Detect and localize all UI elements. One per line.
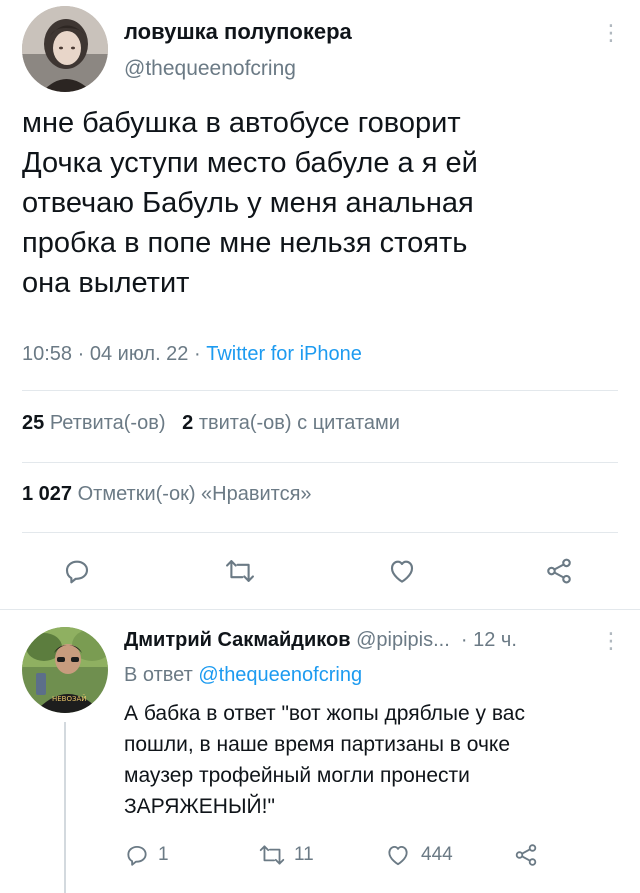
reply-more-options-icon[interactable]: ⋮: [600, 630, 622, 652]
likes-count: 1 027: [22, 483, 73, 505]
reply-icon[interactable]: [62, 556, 92, 586]
tweet-text-line: Дочка уступи место бабуле а я ей: [22, 147, 478, 179]
reply-header: Дмитрий Сакмайдиков @pipipis... · 12 ч.: [124, 629, 517, 652]
tweet-text-line: мне бабушка в автобусе говорит: [22, 107, 461, 139]
meta-separator: ·: [194, 343, 201, 365]
retweets-label: Ретвита(-ов): [49, 412, 166, 434]
divider: [22, 462, 618, 463]
quotes-label[interactable]: твита(-ов) с цитатами: [199, 412, 400, 434]
tweet-text-line: пробка в попе мне нельзя стоять: [22, 227, 468, 259]
like-icon[interactable]: [387, 556, 417, 586]
reply-to-handle[interactable]: @thequeenofcring: [198, 664, 362, 686]
divider: [22, 532, 618, 533]
reply-author-avatar[interactable]: НЕВОЗАЙ: [22, 627, 108, 713]
reply-to: В ответ @thequeenofcring: [124, 664, 362, 687]
tweet-time[interactable]: 10:58: [22, 343, 72, 365]
reply-text-line: пошли, в наше время партизаны в очке: [124, 733, 511, 756]
thread-line: [64, 722, 66, 893]
reply-icon: [124, 842, 150, 868]
reply-time[interactable]: · 12 ч.: [461, 629, 517, 651]
retweet-icon[interactable]: [224, 556, 256, 586]
share-icon[interactable]: [513, 842, 539, 868]
tweet-text: мне бабушка в автобусе говорит Дочка уст…: [22, 103, 478, 303]
like-count: 444: [421, 844, 453, 865]
reply-count: 1: [158, 844, 169, 865]
divider: [0, 609, 640, 610]
reply-like-button[interactable]: 444: [385, 842, 453, 868]
reply-retweet-button[interactable]: 11: [258, 842, 314, 868]
author-handle[interactable]: @thequeenofcring: [124, 57, 296, 81]
reply-reply-button[interactable]: 1: [124, 842, 169, 868]
reply-to-prefix: В ответ: [124, 664, 193, 686]
reply-text-line: ЗАРЯЖЕНЫЙ!": [124, 795, 275, 818]
tweet-text-line: отвечаю Бабуль у меня анальная: [22, 187, 474, 219]
retweet-count: 11: [294, 844, 314, 865]
share-icon[interactable]: [544, 556, 574, 586]
tweet-client[interactable]: Twitter for iPhone: [206, 343, 362, 365]
reply-text-line: А бабка в ответ "вот жопы дряблые у вас: [124, 702, 525, 725]
reply-text-line: маузер трофейный могли пронести: [124, 764, 470, 787]
reply-author-name[interactable]: Дмитрий Сакмайдиков: [124, 629, 351, 651]
retweet-stats[interactable]: 25 Ретвита(-ов) 2 твита(-ов) с цитатами: [22, 412, 400, 435]
reply-author-handle[interactable]: @pipipis...: [356, 629, 450, 651]
tweet-meta: 10:58 · 04 июл. 22 · Twitter for iPhone: [22, 343, 362, 366]
reply-text: А бабка в ответ "вот жопы дряблые у вас …: [124, 698, 525, 822]
retweets-count: 25: [22, 412, 45, 434]
likes-label: Отметки(-ок) «Нравится»: [77, 483, 312, 505]
tweet-date[interactable]: 04 июл. 22: [90, 343, 189, 365]
author-name[interactable]: ловушка полупокера: [124, 19, 352, 45]
tweet-text-line: она вылетит: [22, 267, 190, 299]
likes-stats[interactable]: 1 027 Отметки(-ок) «Нравится»: [22, 483, 312, 506]
like-icon: [385, 842, 411, 868]
divider: [22, 390, 618, 391]
avatar-badge-text: НЕВОЗАЙ: [52, 694, 87, 703]
more-options-icon[interactable]: ⋮: [600, 22, 622, 44]
author-avatar[interactable]: [22, 6, 108, 92]
meta-separator: ·: [77, 343, 85, 365]
quotes-count[interactable]: 2: [182, 412, 193, 434]
retweet-icon: [258, 842, 286, 868]
